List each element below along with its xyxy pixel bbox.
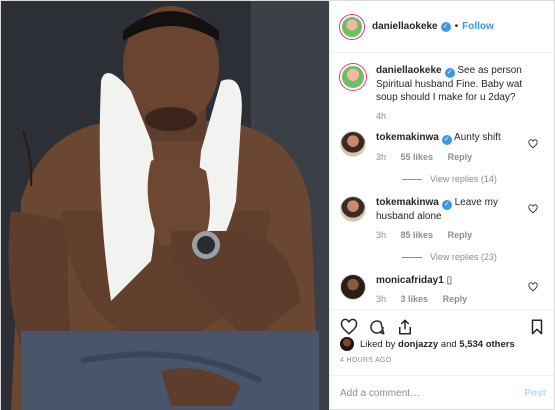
comment-like-heart-icon[interactable] [528,139,538,149]
comment-time: 3h [376,294,387,304]
comment-time: 3h [376,152,387,162]
comment-item: monicafriday1 ▯ 3h 3 likes Reply [340,274,546,304]
comment-body: tokemakinwa ✓ Aunty shift 3h 55 likes Rep… [376,131,526,164]
bookmark-icon[interactable] [528,318,546,336]
post-side-panel: daniellaokeke ✓ • Follow daniellaokeke ✓ … [329,1,555,410]
comment-text: ▯ [446,275,453,286]
caption-time: 4h [376,111,387,121]
post-timestamp[interactable]: 4 HOURS AGO [340,357,392,364]
photo-illustration [1,1,329,410]
verified-icon: ✓ [441,135,452,145]
reply-button[interactable]: Reply [448,230,473,240]
action-bar [330,309,555,337]
commenter-avatar[interactable] [340,196,366,222]
likes-prefix: Liked by [360,338,396,350]
comment-like-heart-icon[interactable] [528,204,538,214]
comment-likes[interactable]: 85 likes [401,230,434,240]
comment-username[interactable]: tokemakinwa [376,197,439,208]
comment-username[interactable]: monicafriday1 [376,275,444,286]
comment-likes[interactable]: 55 likes [401,152,434,162]
comment-text: Aunty shift [454,132,501,143]
view-replies-button[interactable]: View replies (23) [402,252,546,262]
caption-username[interactable]: daniellaokeke [376,65,442,76]
view-replies-line [402,256,422,258]
liker-avatar[interactable] [340,337,354,351]
comment-username[interactable]: tokemakinwa [376,132,439,143]
caption-avatar[interactable] [340,64,366,90]
verified-icon: ✓ [441,200,452,210]
comment-item: tokemakinwa ✓ Aunty shift 3h 55 likes Rep… [340,131,546,164]
comment-body: monicafriday1 ▯ 3h 3 likes Reply [376,274,526,304]
view-replies-line [402,178,422,180]
comment-meta: 3h 3 likes Reply [376,293,526,304]
author-avatar[interactable] [340,14,364,39]
commenter-avatar[interactable] [340,274,366,300]
comment-time: 3h [376,230,387,240]
likes-count[interactable]: 5,534 others [459,339,514,350]
liker-username[interactable]: donjazzy [398,339,438,350]
comment-like-heart-icon[interactable] [528,282,538,292]
post-comment-button[interactable]: Post [524,388,546,399]
heart-icon[interactable] [340,318,358,336]
verified-icon: ✓ [440,21,451,32]
comment-meta: 3h 85 likes Reply [376,229,526,242]
comment-item: tokemakinwa ✓ Leave my husband alone 3h 8… [340,196,546,242]
caption-meta: 4h [376,110,526,123]
verified-icon: ✓ [444,68,455,78]
likes-summary: Liked by donjazzy and 5,534 others [340,337,546,351]
view-replies-label: View replies (23) [430,252,497,262]
view-replies-button[interactable]: View replies (14) [402,174,546,184]
caption: daniellaokeke ✓ See as person Spiritual h… [340,64,546,123]
follow-button[interactable]: Follow [462,21,494,32]
share-icon[interactable] [396,318,414,336]
comment-input[interactable] [340,388,525,399]
caption-body: daniellaokeke ✓ See as person Spiritual h… [376,64,526,123]
commenter-avatar[interactable] [340,131,366,157]
reply-button[interactable]: Reply [443,294,468,304]
comment-meta: 3h 55 likes Reply [376,151,526,164]
author-username[interactable]: daniellaokeke [372,21,438,32]
comments-list[interactable]: daniellaokeke ✓ See as person Spiritual h… [330,54,555,304]
reply-button[interactable]: Reply [448,152,473,162]
post-photo[interactable] [1,1,329,410]
comment-body: tokemakinwa ✓ Leave my husband alone 3h 8… [376,196,526,242]
add-comment-bar: Post [330,375,555,410]
likes-connector: and [440,338,457,350]
separator-dot: • [454,21,459,32]
view-replies-label: View replies (14) [430,174,497,184]
comment-likes[interactable]: 3 likes [401,294,429,304]
comment-icon[interactable] [368,318,386,336]
post-header: daniellaokeke ✓ • Follow [330,1,555,53]
instagram-post: daniellaokeke ✓ • Follow daniellaokeke ✓ … [0,0,555,410]
